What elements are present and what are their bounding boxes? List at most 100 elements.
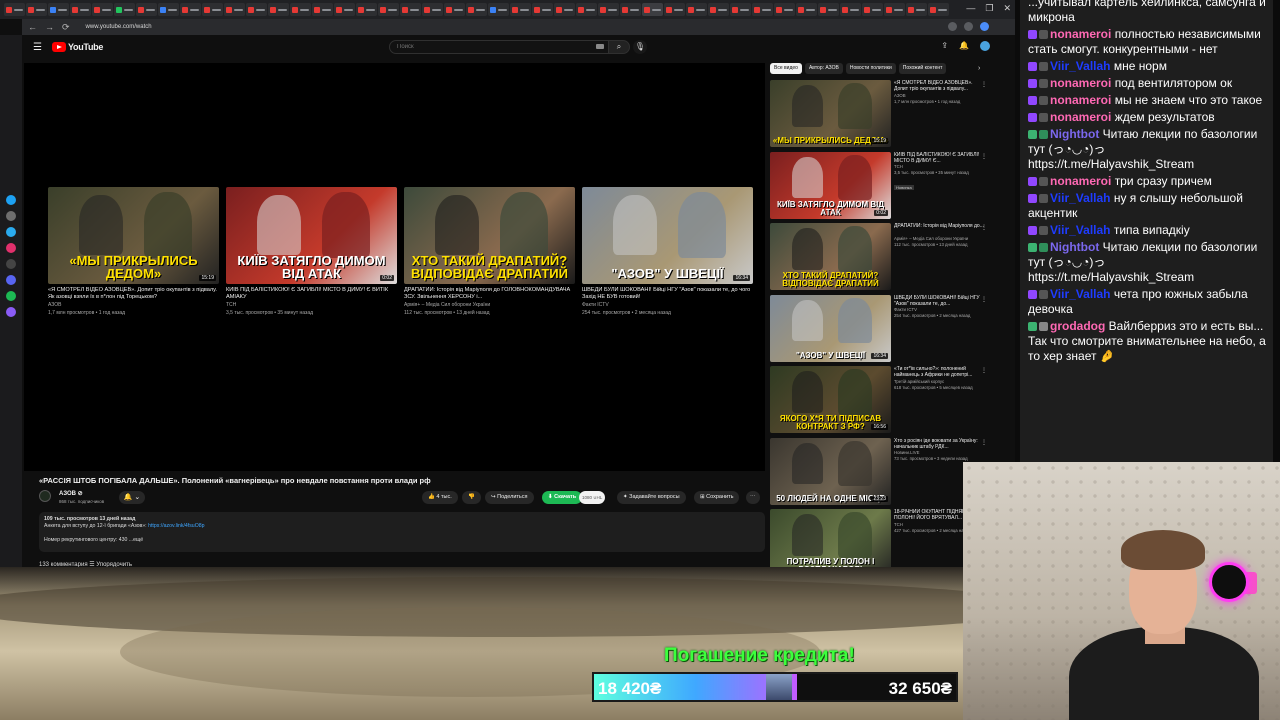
- url-text[interactable]: www.youtube.com/watch: [86, 24, 152, 30]
- endscreen-card[interactable]: КИЇВ ЗАТЯГЛО ДИМОМ ВІД АТАК 0:02 КИЇВ ПІД …: [226, 187, 397, 316]
- browser-tab[interactable]: [818, 3, 839, 16]
- chat-username[interactable]: Nightbot: [1050, 240, 1103, 254]
- filter-chip[interactable]: Похожий контент: [898, 63, 947, 74]
- browser-tab[interactable]: [378, 3, 399, 16]
- related-video-item[interactable]: ХТО ТАКИЙ ДРАПАТИЙ? ВІДПОВІДАЄ ДРАПАТИЙ Д…: [770, 223, 996, 295]
- app-icon[interactable]: [6, 211, 16, 221]
- browser-tab[interactable]: [268, 3, 289, 16]
- browser-tab[interactable]: [488, 3, 509, 16]
- browser-tab[interactable]: [158, 3, 179, 16]
- recruit-link[interactable]: https://azov.link/4fsuO8p: [148, 523, 204, 529]
- chat-username[interactable]: Viir_Vallah: [1050, 59, 1114, 73]
- menu-icon[interactable]: ☰: [33, 42, 42, 53]
- maximize-button[interactable]: ❐: [985, 3, 993, 14]
- browser-tab[interactable]: [862, 3, 883, 16]
- extension-icon[interactable]: [964, 22, 973, 31]
- video-thumbnail[interactable]: ХТО ТАКИЙ ДРАПАТИЙ? ВІДПОВІДАЄ ДРАПАТИЙ: [770, 223, 891, 290]
- browser-tab[interactable]: [246, 3, 267, 16]
- related-video-item[interactable]: КИЇВ ЗАТЯГЛО ДИМОМ ВІД АТАК 0:02 КИЇВ ПІД …: [770, 151, 996, 224]
- description-box[interactable]: 109 тыс. просмотров 13 дней назад Анкета…: [39, 512, 765, 552]
- search-box[interactable]: [389, 40, 609, 54]
- browser-tab[interactable]: [598, 3, 619, 16]
- browser-tab[interactable]: [774, 3, 795, 16]
- x-icon[interactable]: [6, 259, 16, 269]
- forward-icon[interactable]: →: [45, 22, 54, 32]
- browser-tab[interactable]: [686, 3, 707, 16]
- related-video-item[interactable]: "АЗОВ" У ШВЕЦІЇ 16:34 ШВЕДИ БУЛИ ШОКОВАНІ!…: [770, 294, 996, 367]
- video-thumbnail[interactable]: «МЫ ПРИКРЫЛИСЬ ДЕДОМ» 15:19: [48, 187, 219, 284]
- browser-tab[interactable]: [136, 3, 157, 16]
- related-video-title[interactable]: «Я СМОТРЕЛ ВІДЕО АЗОВЦЕВ». Допит тріо ок…: [894, 80, 984, 93]
- chat-username[interactable]: nonameroi: [1050, 76, 1115, 90]
- browser-tab[interactable]: [752, 3, 773, 16]
- related-video-title[interactable]: «Ти от*їв сильно?»: полонений найманець …: [894, 366, 984, 379]
- browser-tab[interactable]: [114, 3, 135, 16]
- video-thumbnail[interactable]: КИЇВ ЗАТЯГЛО ДИМОМ ВІД АТАК 0:02: [226, 187, 397, 284]
- youtube-logo[interactable]: YouTube: [52, 42, 103, 52]
- browser-tab[interactable]: [48, 3, 69, 16]
- more-actions-button[interactable]: ⋯: [746, 491, 760, 504]
- minimize-button[interactable]: —: [966, 3, 975, 14]
- search-button[interactable]: ⌕: [608, 40, 630, 54]
- account-avatar[interactable]: [980, 41, 990, 51]
- voice-search-button[interactable]: 🎙: [633, 40, 647, 54]
- app-icon[interactable]: [6, 307, 16, 317]
- chat-username[interactable]: nonameroi: [1050, 27, 1115, 41]
- browser-tab[interactable]: [70, 3, 91, 16]
- share-button[interactable]: ↪ Поделиться: [485, 491, 534, 504]
- dislike-button[interactable]: 👎: [462, 491, 481, 504]
- chat-username[interactable]: Viir_Vallah: [1050, 287, 1114, 301]
- browser-tab[interactable]: [224, 3, 245, 16]
- download-button[interactable]: ⬇ Скачать: [542, 491, 583, 504]
- keyboard-icon[interactable]: [596, 44, 604, 49]
- browser-tab[interactable]: [642, 3, 663, 16]
- browser-tab[interactable]: [554, 3, 575, 16]
- browser-tab[interactable]: [466, 3, 487, 16]
- endscreen-card[interactable]: "АЗОВ" У ШВЕЦІЇ 16:34 ШВЕДИ БУЛИ ШОКОВАНІ!…: [582, 187, 753, 316]
- like-button[interactable]: 👍 4 тыс.: [422, 491, 458, 504]
- subscribe-bell-button[interactable]: 🔔 ⌄: [119, 491, 145, 504]
- search-input[interactable]: [397, 44, 577, 50]
- browser-tab[interactable]: [928, 3, 949, 16]
- browser-tab[interactable]: [4, 3, 25, 16]
- reload-icon[interactable]: ⟳: [62, 22, 70, 33]
- browser-tab[interactable]: [664, 3, 685, 16]
- browser-tab[interactable]: [290, 3, 311, 16]
- endscreen-video-title[interactable]: ДРАПАТИЙ: Історія від Маріуполя до ГОЛОВ…: [404, 287, 575, 301]
- channel-avatar[interactable]: [39, 490, 51, 502]
- video-thumbnail[interactable]: "АЗОВ" У ШВЕЦІЇ 16:34: [770, 294, 891, 362]
- browser-tab[interactable]: [92, 3, 113, 16]
- related-video-item[interactable]: «МЫ ПРИКРЫЛИСЬ ДЕДОМ» 15:19 «Я СМОТРЕЛ ВІД…: [770, 80, 996, 152]
- notifications-icon[interactable]: 🔔: [959, 41, 969, 51]
- filter-chip[interactable]: Все видео: [770, 63, 802, 74]
- browser-tab[interactable]: [26, 3, 47, 16]
- browser-tab[interactable]: [532, 3, 553, 16]
- chevron-right-icon[interactable]: ›: [978, 65, 980, 72]
- browser-tab[interactable]: [576, 3, 597, 16]
- related-video-title[interactable]: ШВЕДИ БУЛИ ШОКОВАНІ! Бійці НГУ "Азов" по…: [894, 295, 984, 308]
- create-icon[interactable]: ⇪: [941, 41, 948, 51]
- address-bar[interactable]: ← → ⟳ www.youtube.com/watch: [22, 19, 1015, 35]
- more-options-icon[interactable]: ⋮: [981, 153, 987, 160]
- browser-tab[interactable]: [180, 3, 201, 16]
- related-video-title[interactable]: Хто з росіян іде воювати за Україну: нач…: [894, 438, 984, 451]
- related-video-title[interactable]: КИЇВ ПІД БАЛІСТИКОЮ! Є ЗАГИБЛІ! МІСТО В …: [894, 152, 984, 165]
- endscreen-video-title[interactable]: ШВЕДИ БУЛИ ШОКОВАНІ! Бійці НГУ "Азов" по…: [582, 287, 753, 301]
- app-icon[interactable]: [6, 195, 16, 205]
- more-options-icon[interactable]: ⋮: [981, 224, 987, 231]
- chat-username[interactable]: grodadog: [1050, 319, 1109, 333]
- related-video-item[interactable]: ЯКОГО Х*Я ТИ ПІДПИСАВ КОНТРАКТ З РФ? 16:5…: [770, 366, 996, 438]
- more-options-icon[interactable]: ⋮: [981, 81, 987, 88]
- browser-tab[interactable]: [422, 3, 443, 16]
- browser-tab[interactable]: [906, 3, 927, 16]
- browser-tab[interactable]: [510, 3, 531, 16]
- endscreen-card[interactable]: «МЫ ПРИКРЫЛИСЬ ДЕДОМ» 15:19 «Я СМОТРЕЛ ВІД…: [48, 187, 219, 316]
- browser-tab[interactable]: [312, 3, 333, 16]
- endscreen-card[interactable]: ХТО ТАКИЙ ДРАПАТИЙ? ВІДПОВІДАЄ ДРАПАТИЙ Д…: [404, 187, 575, 316]
- filter-chip[interactable]: Новости политики: [845, 63, 896, 74]
- browser-tab[interactable]: [796, 3, 817, 16]
- video-thumbnail[interactable]: ХТО ТАКИЙ ДРАПАТИЙ? ВІДПОВІДАЄ ДРАПАТИЙ: [404, 187, 575, 284]
- more-options-icon[interactable]: ⋮: [981, 367, 987, 374]
- video-thumbnail[interactable]: "АЗОВ" У ШВЕЦІЇ 16:34: [582, 187, 753, 284]
- chat-username[interactable]: nonameroi: [1050, 174, 1115, 188]
